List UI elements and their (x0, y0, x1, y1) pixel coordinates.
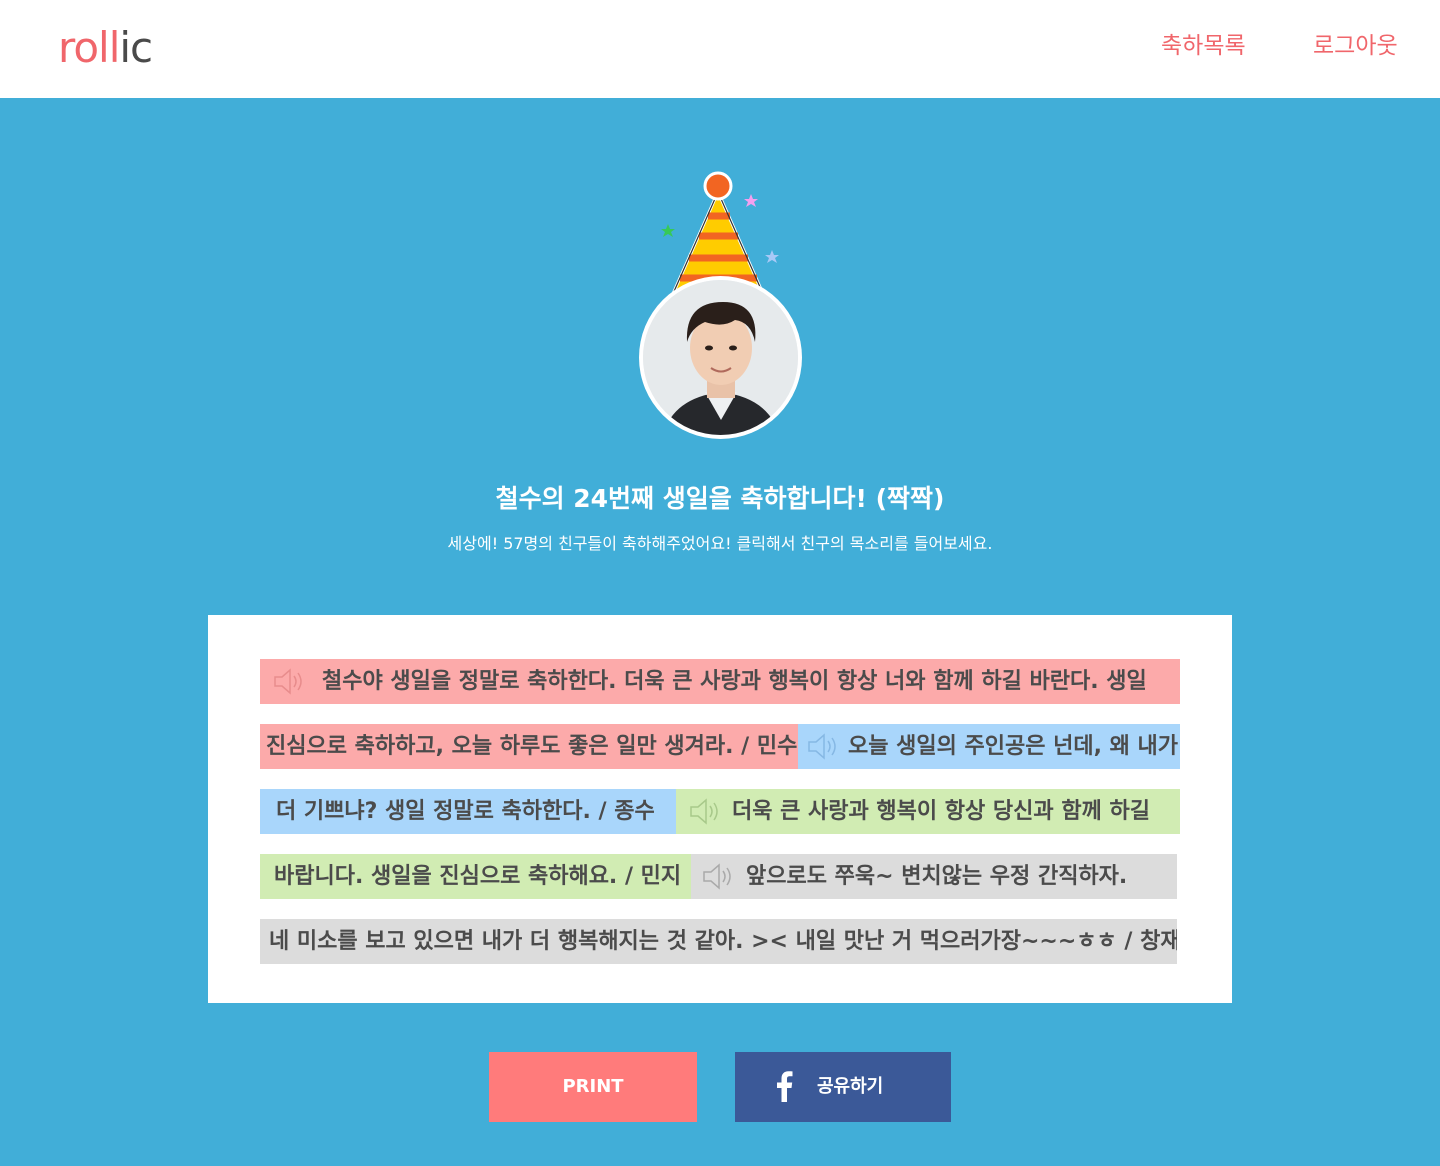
page-subtitle: 세상에! 57명의 친구들이 축하해주었어요! 클릭해서 친구의 목소리를 들어… (447, 534, 993, 553)
profile-photo (643, 280, 798, 435)
message-item-changjae-cont[interactable]: 네 미소를 보고 있으면 내가 더 행복해지는 것 같아. >< 내일 맛난 거… (260, 919, 1177, 964)
print-button[interactable]: PRINT (489, 1052, 697, 1122)
message-line: 철수야 생일을 정말로 축하한다. 더욱 큰 사랑과 행복이 항상 너와 함께 … (260, 659, 1180, 704)
message-text: 오늘 생일의 주인공은 넌데, 왜 내가 (848, 734, 1179, 759)
star-icon (765, 250, 779, 263)
page-title: 철수의 24번째 생일을 축하합니다! (짝짝) (495, 484, 945, 513)
speaker-icon (808, 733, 836, 760)
message-text: 앞으로도 쭈욱~ 변치않는 우정 간직하자. (746, 864, 1128, 889)
message-item-jongsu-cont[interactable]: 더 기쁘냐? 생일 정말로 축하한다. / 종수 (260, 789, 676, 834)
message-text: 진심으로 축하하고, 오늘 하루도 좋은 일만 생겨라. / 민수 (266, 734, 798, 759)
speaker-icon (690, 798, 718, 825)
logo-text-gray: ic (119, 23, 153, 72)
message-line: 진심으로 축하하고, 오늘 하루도 좋은 일만 생겨라. / 민수 오늘 생일의… (260, 724, 1180, 769)
speaker-icon (274, 668, 302, 695)
message-line: 네 미소를 보고 있으면 내가 더 행복해지는 것 같아. >< 내일 맛난 거… (260, 919, 1177, 964)
speaker-icon (703, 863, 731, 890)
message-item-minsu[interactable]: 철수야 생일을 정말로 축하한다. 더욱 큰 사랑과 행복이 항상 너와 함께 … (260, 659, 1180, 704)
facebook-icon (777, 1071, 793, 1102)
message-line: 바랍니다. 생일을 진심으로 축하해요. / 민지 앞으로도 쭈욱~ 변치않는 … (260, 854, 1180, 899)
message-text: 네 미소를 보고 있으면 내가 더 행복해지는 것 같아. >< 내일 맛난 거… (269, 929, 1177, 954)
facebook-share-button[interactable]: 공유하기 (735, 1052, 951, 1122)
share-label: 공유하기 (817, 1076, 884, 1097)
message-text: 더 기쁘냐? 생일 정말로 축하한다. / 종수 (276, 799, 655, 824)
nav-celebration-list-link[interactable]: 축하목록 (1161, 30, 1246, 62)
message-text: 바랍니다. 생일을 진심으로 축하해요. / 민지 (274, 864, 682, 889)
nav-logout-link[interactable]: 로그아웃 (1313, 30, 1398, 62)
message-item-minsu-cont[interactable]: 진심으로 축하하고, 오늘 하루도 좋은 일만 생겨라. / 민수 (260, 724, 798, 769)
logo-text-red: roll (58, 23, 120, 72)
message-text: 철수야 생일을 정말로 축하한다. 더욱 큰 사랑과 행복이 항상 너와 함께 … (322, 669, 1147, 694)
message-board: 철수야 생일을 정말로 축하한다. 더욱 큰 사랑과 행복이 항상 너와 함께 … (208, 615, 1232, 1003)
message-line: 더 기쁘냐? 생일 정말로 축하한다. / 종수 더욱 큰 사랑과 행복이 항상… (260, 789, 1180, 834)
message-text: 더욱 큰 사랑과 행복이 항상 당신과 함께 하길 (732, 799, 1150, 824)
rollic-logo[interactable]: rollic (58, 22, 153, 74)
star-icon (661, 224, 675, 237)
profile-avatar (639, 276, 802, 439)
message-item-minji[interactable]: 더욱 큰 사랑과 행복이 항상 당신과 함께 하길 (676, 789, 1180, 834)
message-item-jongsu[interactable]: 오늘 생일의 주인공은 넌데, 왜 내가 (798, 724, 1180, 769)
message-item-changjae[interactable]: 앞으로도 쭈욱~ 변치않는 우정 간직하자. (691, 854, 1177, 899)
star-icon (744, 194, 758, 207)
header: rollic 축하목록 로그아웃 (0, 0, 1440, 98)
message-item-minji-cont[interactable]: 바랍니다. 생일을 진심으로 축하해요. / 민지 (260, 854, 691, 899)
